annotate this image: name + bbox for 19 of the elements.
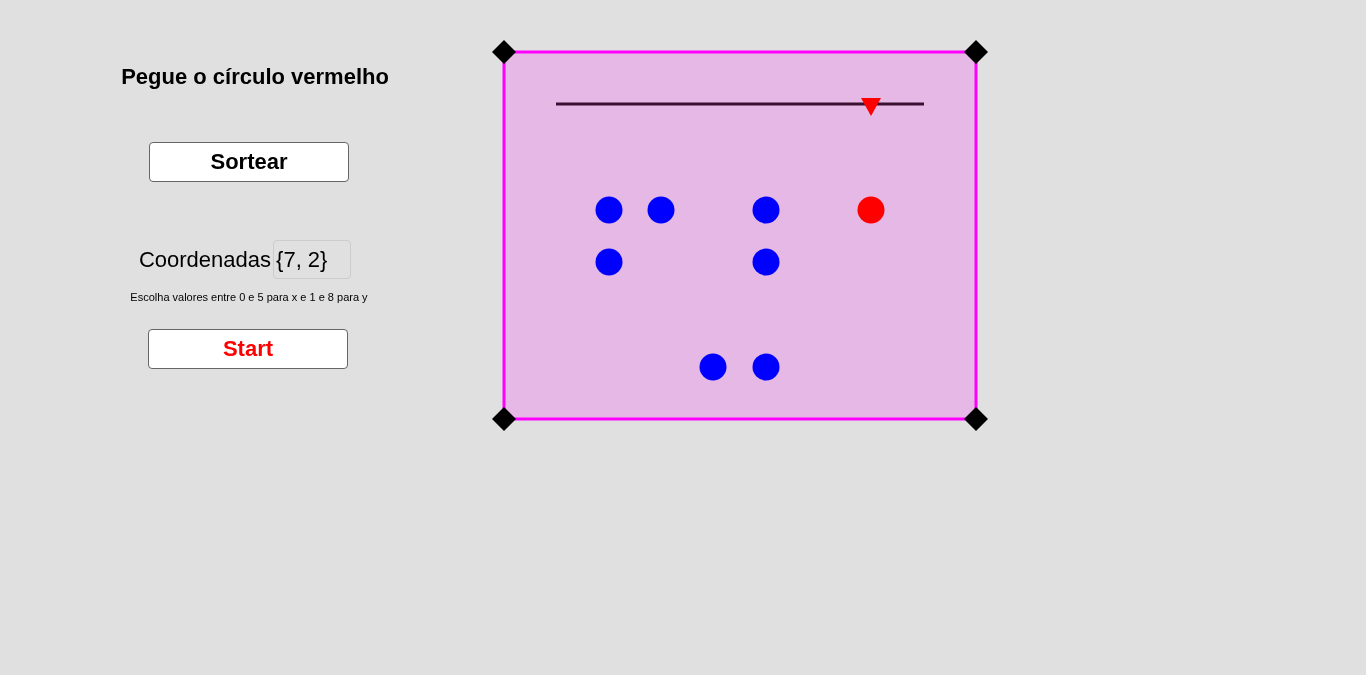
draw-button[interactable]: Sortear [149,142,349,182]
target-circle[interactable] [647,196,675,224]
start-button[interactable]: Start [148,329,348,369]
coordinates-field[interactable]: {7, 2} [273,240,352,279]
slider-thumb[interactable] [861,98,881,116]
slider-track[interactable] [556,98,924,116]
corner-handle-icon[interactable] [964,40,988,64]
corner-handle-icon[interactable] [492,407,516,431]
target-circle[interactable] [699,353,727,381]
target-circle[interactable] [752,248,780,276]
target-circle[interactable] [595,248,623,276]
target-circle[interactable] [752,196,780,224]
coordinates-label: Coordenadas [138,246,272,273]
target-circle[interactable] [595,196,623,224]
hint-text: Escolha valores entre 0 e 5 para x e 1 e 8 para y [130,291,368,303]
page-title: Pegue o círculo vermelho [121,64,389,90]
corner-handle-icon[interactable] [492,40,516,64]
target-circle[interactable] [752,353,780,381]
corner-handle-icon[interactable] [964,407,988,431]
